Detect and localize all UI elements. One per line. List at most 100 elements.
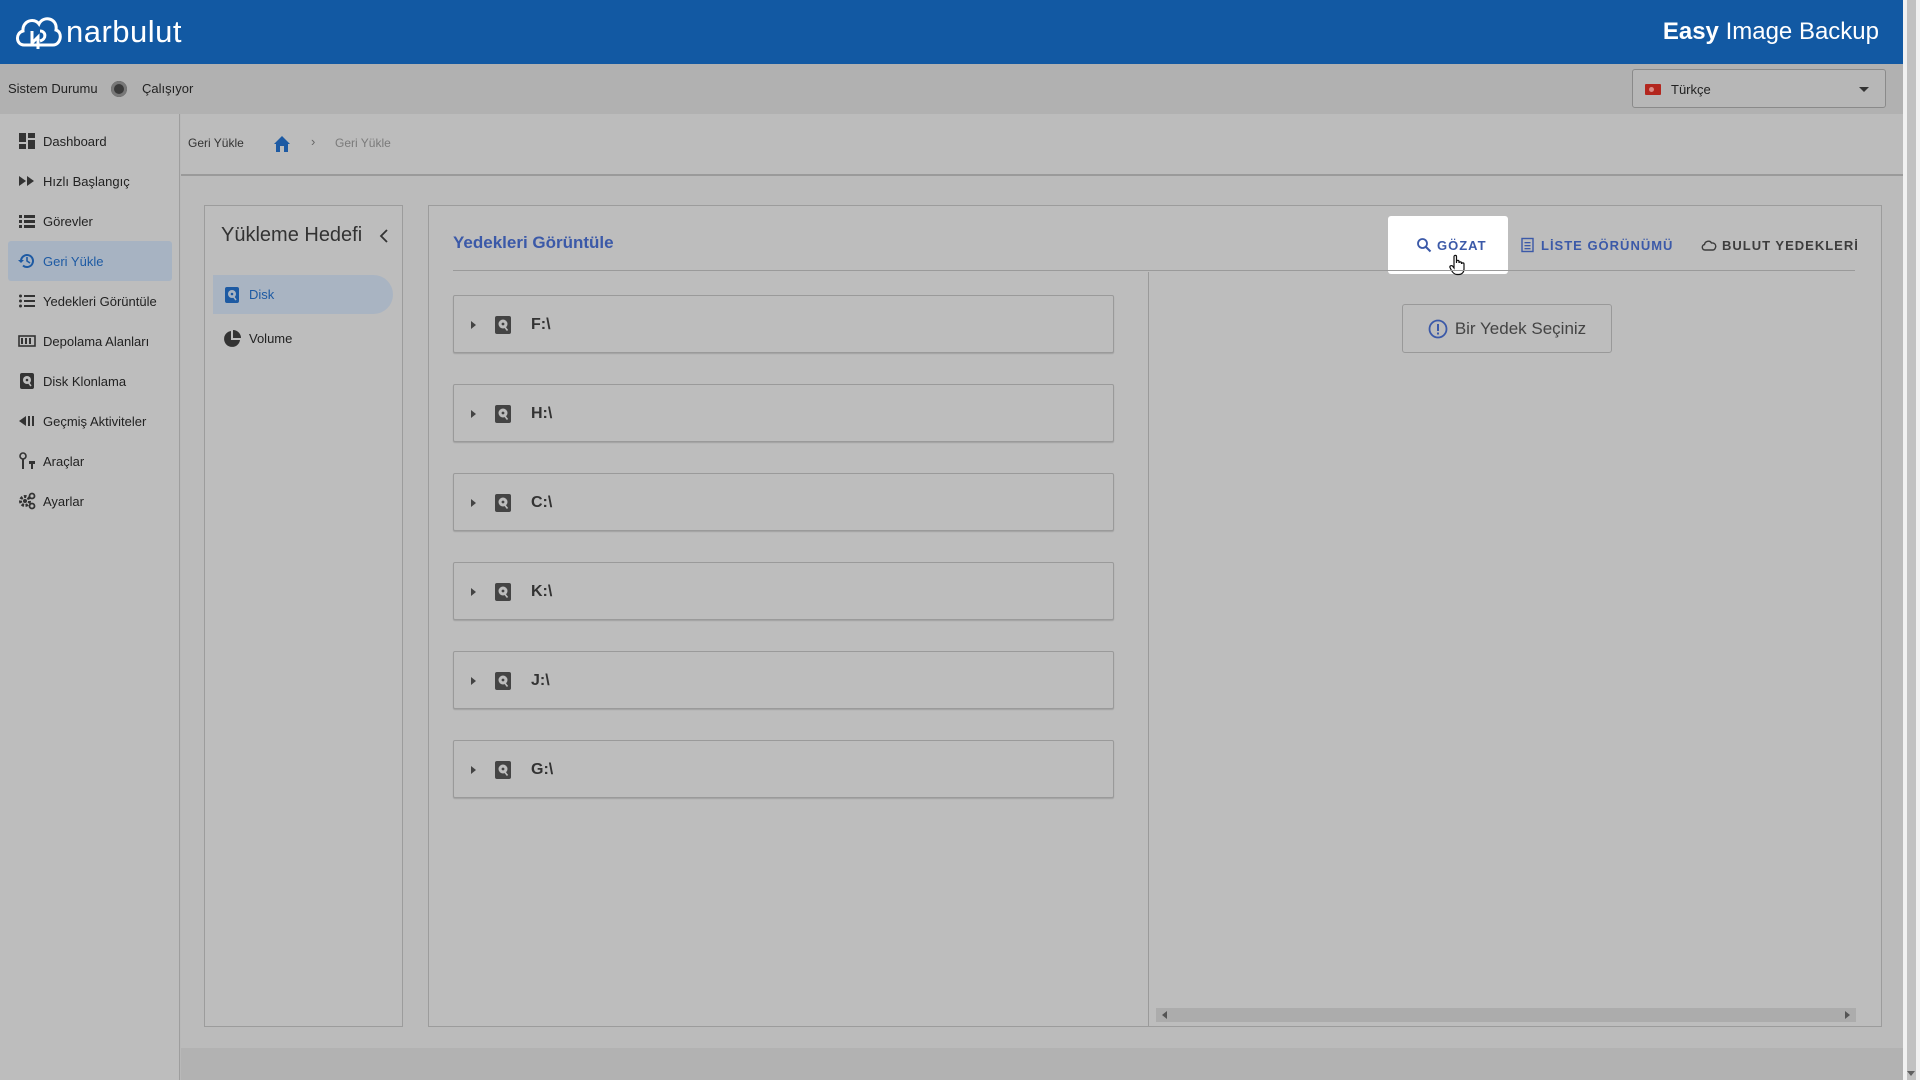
drive-item[interactable]: C:\ [453,473,1114,531]
drive-item[interactable]: G:\ [453,740,1114,798]
sidebar-item-restore[interactable]: Geri Yükle [8,241,172,281]
drive-label: C:\ [531,494,553,511]
select-backup-message: Bir Yedek Seçiniz [1402,304,1612,353]
language-value: Türkçe [1671,82,1711,97]
target-item-label: Volume [249,331,293,346]
target-item-volume[interactable]: Volume [213,319,393,358]
sidebar: Dashboard Hızlı Başlangıç Görevler Geri … [0,114,180,1080]
drive-item[interactable]: J:\ [453,651,1114,709]
tab-list-view-label: LİSTE GÖRÜNÜMÜ [1541,237,1674,253]
system-status-label: Sistem Durumu [8,81,98,96]
disk-icon [495,494,511,512]
status-bar: Sistem Durumu Çalışıyor [0,64,1903,114]
sidebar-item-label: Görevler [43,213,93,229]
language-select[interactable]: Türkçe [1632,69,1886,108]
home-icon[interactable] [272,134,292,154]
sidebar-item-label: Yedekleri Görüntüle [43,293,157,309]
header-divider [453,270,1855,271]
tab-browse[interactable]: GÖZAT [1388,216,1508,274]
drive-label: K:\ [531,583,553,600]
cloud-logo-icon [16,17,62,49]
tab-cloud-backups-label: BULUT YEDEKLERİ [1722,237,1859,253]
tools-icon [18,452,36,470]
tab-cloud-backups[interactable]: BULUT YEDEKLERİ [1689,216,1869,274]
narbulut-logo[interactable]: narbulut [14,8,182,56]
pie-chart-icon [224,329,241,347]
system-status-value: Çalışıyor [142,81,194,96]
expand-caret-icon[interactable] [471,410,476,418]
drive-label: J:\ [531,672,550,689]
sidebar-item-label: Ayarlar [43,493,84,509]
drive-item[interactable]: K:\ [453,562,1114,620]
vertical-scrollbar[interactable] [1903,0,1920,1080]
disk-icon [495,583,511,601]
expand-caret-icon[interactable] [471,321,476,329]
hand-cursor-icon [1449,254,1465,276]
sidebar-item-history[interactable]: Geçmiş Aktiviteler [8,401,172,441]
dashboard-icon [18,132,36,150]
sidebar-item-tools[interactable]: Araçlar [8,441,172,481]
scroll-down-icon[interactable] [1907,1071,1915,1076]
cloud-icon [1701,240,1717,251]
target-item-disk[interactable]: Disk [213,275,393,314]
drive-label: G:\ [531,761,554,778]
disk-icon [495,316,511,334]
sidebar-item-tasks[interactable]: Görevler [8,201,172,241]
drive-item[interactable]: F:\ [453,295,1114,353]
sidebar-item-quick-start[interactable]: Hızlı Başlangıç [8,161,172,201]
turkey-flag-icon [1645,84,1661,95]
sidebar-item-label: Geri Yükle [43,253,104,269]
gear-icon [18,492,36,510]
sidebar-item-dashboard[interactable]: Dashboard [8,121,172,161]
sidebar-item-view-backups[interactable]: Yedekleri Görüntüle [8,281,172,321]
fast-forward-icon [18,172,36,190]
sidebar-item-label: Depolama Alanları [43,333,150,349]
drive-label: F:\ [531,316,551,333]
scrollbar-thumb[interactable] [1907,0,1916,1080]
search-icon [1417,238,1432,253]
target-item-label: Disk [249,287,275,302]
restore-icon [18,252,36,270]
scroll-left-icon[interactable] [1162,1011,1167,1019]
drive-item[interactable]: H:\ [453,384,1114,442]
expand-caret-icon[interactable] [471,766,476,774]
sidebar-item-settings[interactable]: Ayarlar [8,481,172,521]
info-icon [1428,319,1448,338]
disk-icon [225,286,239,303]
select-backup-text: Bir Yedek Seçiniz [1454,318,1587,338]
sidebar-item-label: Dashboard [43,133,107,149]
disk-icon [495,761,511,779]
restore-target-panel: Yükleme Hedefi Disk Volume [204,205,403,1027]
sidebar-item-label: Disk Klonlama [43,373,127,389]
app-title-rest: Image Backup [1718,18,1879,45]
breadcrumb-section-title: Geri Yükle [188,136,244,150]
sidebar-item-storage[interactable]: Depolama Alanları [8,321,172,361]
status-indicator-icon [111,81,127,97]
sidebar-item-label: Geçmiş Aktiviteler [43,413,147,429]
list-icon [18,212,36,230]
storage-icon [18,332,36,350]
breadcrumb-separator: › [311,134,316,149]
expand-caret-icon[interactable] [471,588,476,596]
tab-browse-label: GÖZAT [1437,237,1487,253]
disk-icon [18,372,36,390]
tab-list-view[interactable]: LİSTE GÖRÜNÜMÜ [1508,216,1678,274]
brand-name: narbulut [66,14,183,49]
sidebar-item-label: Hızlı Başlangıç [43,173,130,189]
expand-caret-icon[interactable] [471,499,476,507]
disk-icon [495,672,511,690]
expand-caret-icon[interactable] [471,677,476,685]
bullet-list-icon [18,292,36,310]
sidebar-item-disk-clone[interactable]: Disk Klonlama [8,361,172,401]
scroll-right-icon[interactable] [1845,1011,1850,1019]
horizontal-scrollbar[interactable] [1156,1008,1856,1022]
breadcrumb-current: Geri Yükle [335,136,391,150]
rewind-icon [18,412,36,430]
pane-divider [1148,272,1149,1026]
drive-label: H:\ [531,405,553,422]
breadcrumb: Geri Yükle › Geri Yükle [181,114,1903,176]
chevron-left-icon[interactable] [378,228,390,244]
top-bar: narbulut Easy Image Backup [0,0,1903,64]
app-title-bold: Easy [1662,18,1719,45]
backup-browser-panel: Yedekleri Görüntüle GÖZAT LİSTE GÖRÜNÜMÜ… [428,205,1882,1027]
